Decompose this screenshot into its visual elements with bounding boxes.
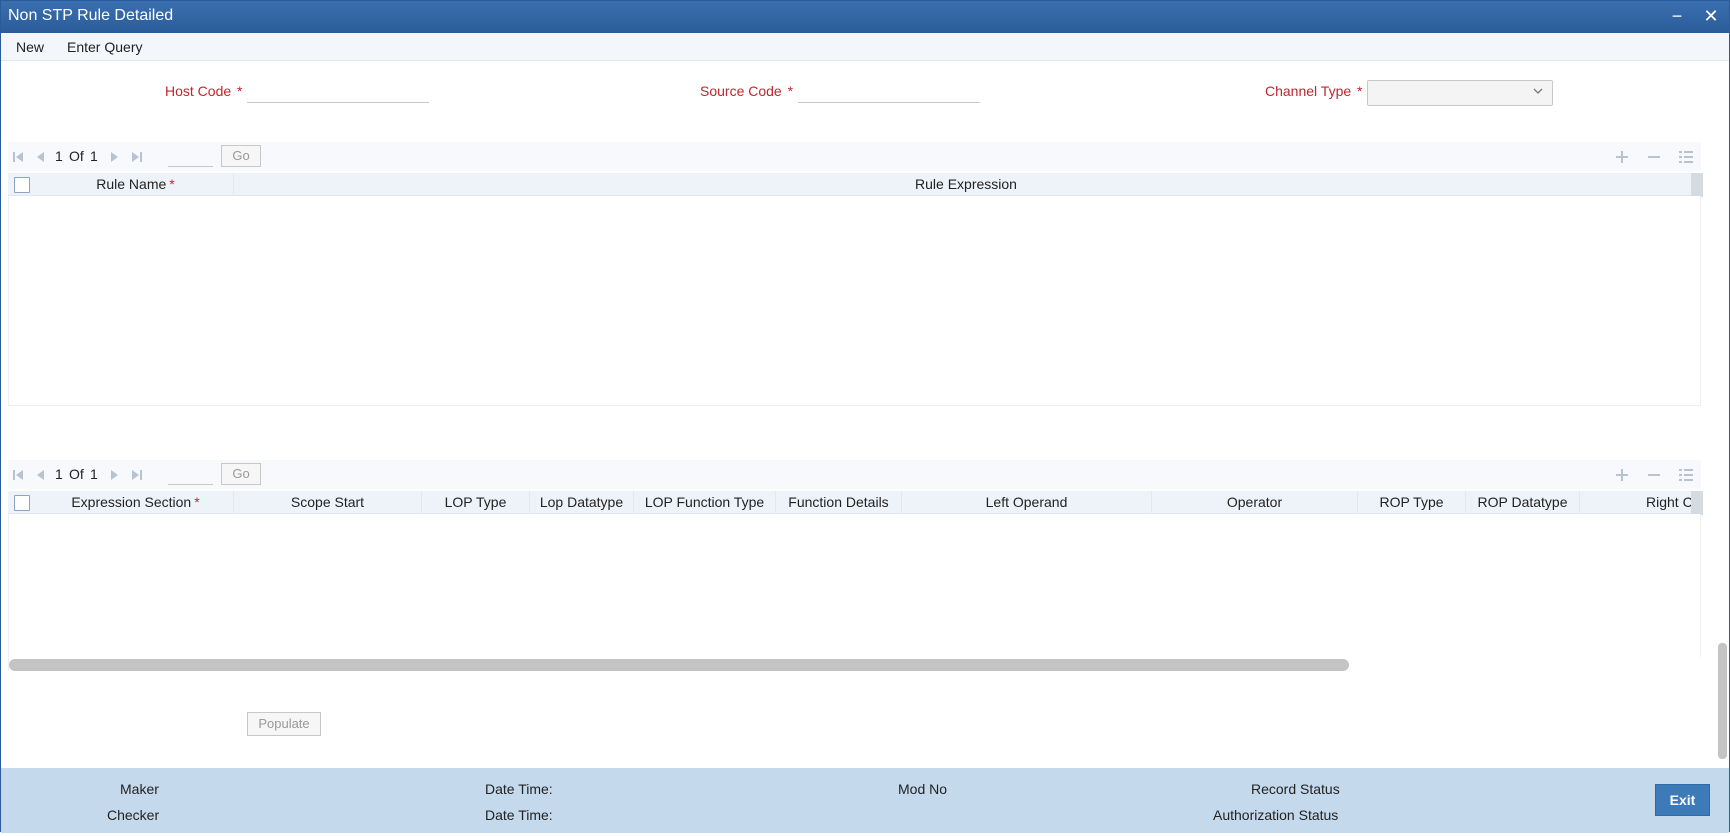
last-page-icon[interactable] (131, 151, 143, 163)
pager-of: Of (69, 466, 84, 482)
column-header-function-details[interactable]: Function Details (776, 491, 902, 514)
pager-total: 1 (90, 148, 98, 164)
column-header-lop-type[interactable]: LOP Type (422, 491, 530, 514)
rules-grid-header: Rule Name * Rule Expression (8, 173, 1701, 196)
close-button[interactable]: ✕ (1700, 5, 1722, 27)
chevron-down-icon (1533, 88, 1543, 94)
add-row-icon[interactable] (1614, 467, 1630, 483)
non-stp-rule-window: Non STP Rule Detailed − ✕ New Enter Quer… (0, 0, 1730, 833)
single-view-icon[interactable] (1678, 467, 1694, 483)
populate-button[interactable]: Populate (247, 712, 321, 736)
page-number-input[interactable] (168, 145, 213, 167)
expressions-pager: 1 Of 1 Go (8, 460, 1701, 489)
expressions-grid-header: Expression Section * Scope Start LOP Type… (8, 491, 1701, 514)
menu-new[interactable]: New (16, 39, 44, 55)
menu-bar: New Enter Query (1, 33, 1729, 61)
window-title: Non STP Rule Detailed (8, 7, 174, 24)
column-header-left-operand[interactable]: Left Operand (902, 491, 1152, 514)
page-vertical-scrollbar[interactable] (1718, 643, 1727, 759)
prev-page-icon[interactable] (34, 469, 46, 481)
prev-page-icon[interactable] (34, 151, 46, 163)
first-page-icon[interactable] (12, 151, 24, 163)
pager-of: Of (69, 148, 84, 164)
first-page-icon[interactable] (12, 469, 24, 481)
column-header-right-operand[interactable]: Right C (1580, 491, 1698, 514)
source-code-label: Source Code * (700, 83, 794, 99)
column-header-rop-type[interactable]: ROP Type (1358, 491, 1466, 514)
maker-label: Maker (120, 781, 159, 797)
column-header-expression-section[interactable]: Expression Section * (38, 491, 234, 514)
add-row-icon[interactable] (1614, 149, 1630, 165)
rules-pager: 1 Of 1 Go (8, 142, 1701, 171)
pager-current: 1 (55, 148, 63, 164)
channel-type-select[interactable] (1367, 80, 1553, 106)
minimize-button[interactable]: − (1666, 5, 1688, 27)
checker-label: Checker (107, 807, 160, 823)
exit-button[interactable]: Exit (1655, 784, 1710, 816)
pager-current: 1 (55, 466, 63, 482)
mod-no-label: Mod No (898, 781, 948, 797)
column-header-lop-datatype[interactable]: Lop Datatype (530, 491, 634, 514)
column-header-rop-datatype[interactable]: ROP Datatype (1466, 491, 1580, 514)
expressions-grid-scroll[interactable] (1691, 491, 1703, 515)
rules-grid-body (8, 196, 1701, 406)
single-view-icon[interactable] (1678, 149, 1694, 165)
source-code-field[interactable] (798, 81, 980, 103)
checker-date-time-label: Date Time: (485, 807, 553, 823)
select-all-checkbox[interactable] (14, 177, 30, 193)
horizontal-scrollbar[interactable] (9, 657, 1701, 671)
horizontal-scrollbar-thumb[interactable] (9, 659, 1349, 671)
record-status-label: Record Status (1251, 781, 1340, 797)
rules-grid-scroll[interactable] (1691, 173, 1703, 197)
channel-type-label: Channel Type * (1265, 83, 1363, 99)
menu-enter-query[interactable]: Enter Query (67, 39, 142, 55)
expressions-grid-body (8, 514, 1701, 671)
page-number-input[interactable] (168, 463, 213, 485)
column-header-scope-start[interactable]: Scope Start (234, 491, 422, 514)
column-header-rule-expression[interactable]: Rule Expression (234, 173, 1698, 196)
go-button[interactable]: Go (221, 463, 261, 485)
next-page-icon[interactable] (109, 469, 121, 481)
authorization-status-label: Authorization Status (1213, 807, 1339, 823)
select-all-checkbox[interactable] (14, 495, 30, 511)
title-bar: Non STP Rule Detailed − ✕ (1, 1, 1729, 33)
last-page-icon[interactable] (131, 469, 143, 481)
column-header-lop-function-type[interactable]: LOP Function Type (634, 491, 776, 514)
audit-footer: Maker Checker Date Time: Date Time: Mod … (1, 768, 1729, 833)
go-button[interactable]: Go (221, 145, 261, 167)
maker-date-time-label: Date Time: (485, 781, 553, 797)
host-code-label: Host Code * (165, 83, 243, 99)
delete-row-icon[interactable] (1646, 467, 1662, 483)
delete-row-icon[interactable] (1646, 149, 1662, 165)
column-header-rule-name[interactable]: Rule Name * (38, 173, 234, 196)
column-header-operator[interactable]: Operator (1152, 491, 1358, 514)
pager-total: 1 (90, 466, 98, 482)
host-code-field[interactable] (247, 81, 429, 103)
next-page-icon[interactable] (109, 151, 121, 163)
